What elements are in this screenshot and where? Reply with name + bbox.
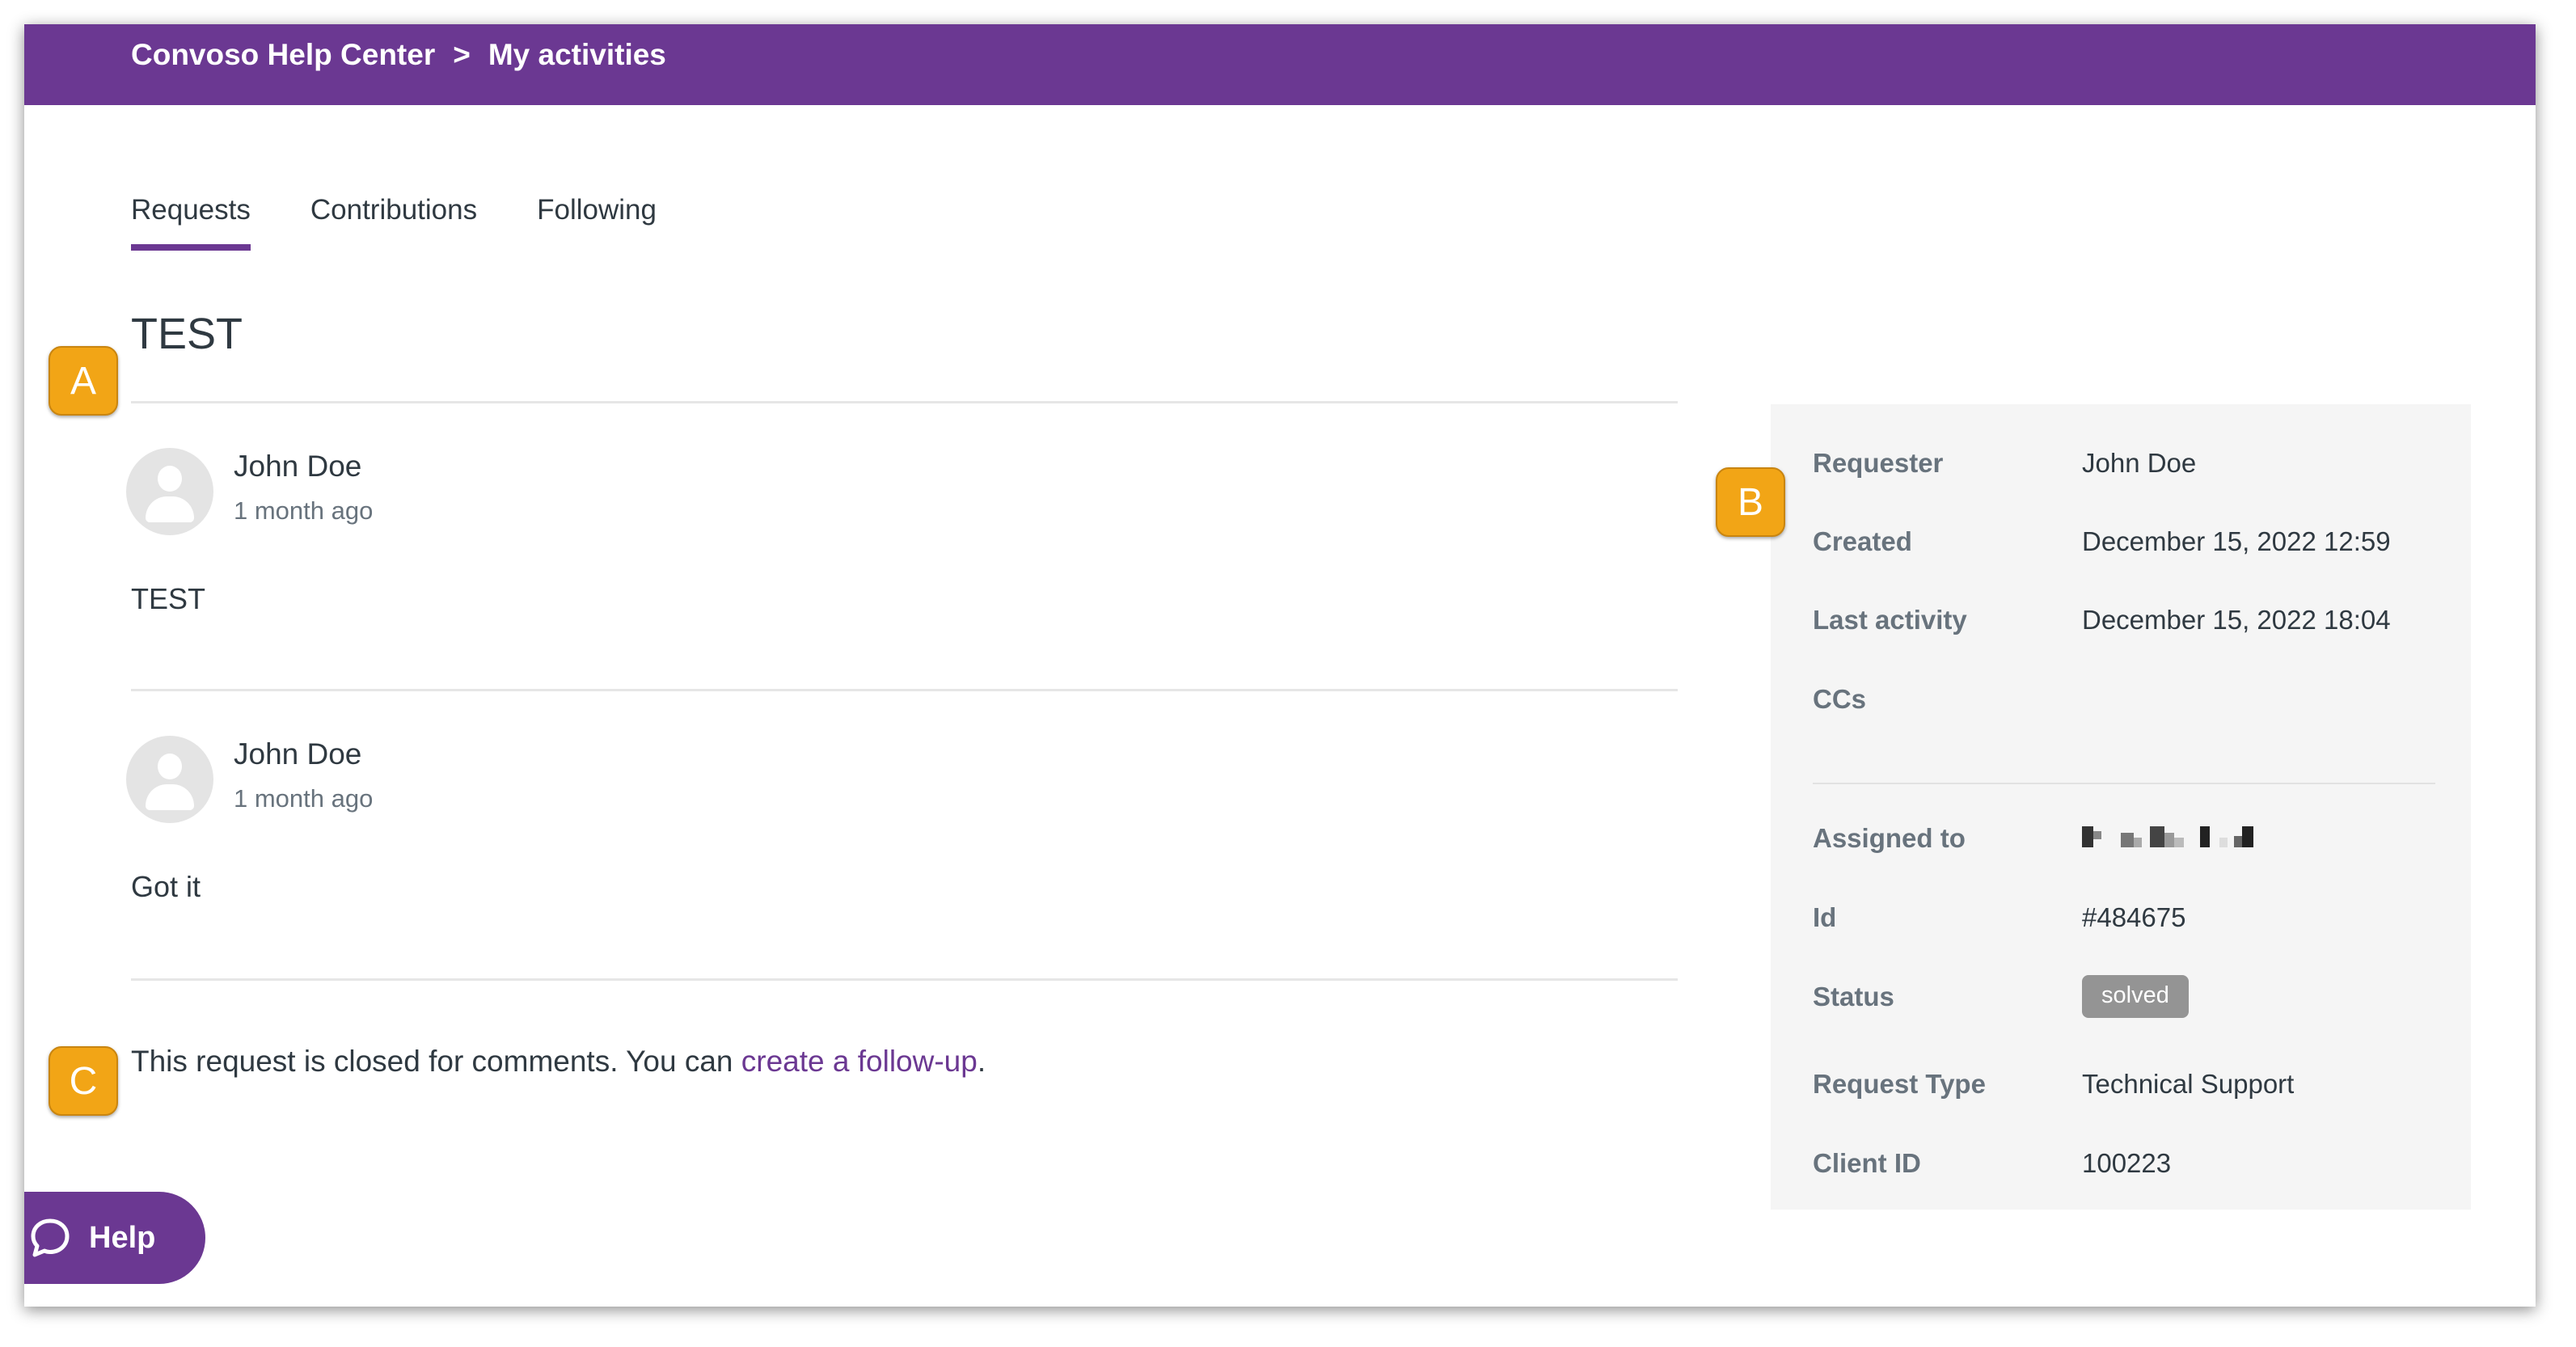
comment-author: John Doe [234,737,362,771]
detail-label: Assigned to [1813,823,1966,853]
user-avatar-icon [126,448,213,535]
detail-label: Last activity [1813,605,1967,635]
detail-value: 100223 [2082,1148,2172,1178]
callout-badge: B [1716,467,1785,537]
detail-value: #484675 [2082,902,2186,932]
comment-body: TEST [131,582,206,615]
detail-value: December 15, 2022 18:04 [2082,605,2391,635]
request-title: TEST [131,310,243,358]
detail-value: December 15, 2022 12:59 [2082,526,2391,556]
closed-note-text: This request is closed for comments. You… [131,1045,741,1078]
user-avatar-icon [126,736,213,823]
comment-time: 1 month ago [234,496,374,525]
top-header: Convoso Help Center > My activities [24,24,2536,105]
breadcrumb-current-link[interactable]: My activities [488,38,666,72]
status-badge: solved [2082,975,2189,1018]
callout-badge: A [49,346,118,416]
detail-label: Status [1813,982,1894,1011]
detail-label: Requester [1813,448,1944,478]
detail-label: Id [1813,902,1837,932]
tab-requests[interactable]: Requests [131,194,251,251]
help-button-label: Help [89,1220,156,1255]
divider [131,689,1678,691]
status-value: solved [2082,975,2189,1018]
comment-author: John Doe [234,450,362,483]
divider [131,401,1678,403]
divider [131,978,1678,981]
comment-time: 1 month ago [234,784,374,813]
detail-status: Status solved [1813,975,2443,1030]
detail-value: John Doe [2082,448,2197,478]
breadcrumb-home-link[interactable]: Convoso Help Center [131,38,435,72]
help-button[interactable]: Help [24,1192,205,1284]
detail-label: Client ID [1813,1148,1921,1178]
detail-value: Technical Support [2082,1069,2295,1099]
breadcrumb-separator: > [453,38,471,71]
chat-bubble-icon [31,1218,70,1257]
detail-label: CCs [1813,684,1867,714]
redacted-name [2082,826,2260,847]
comment-item: John Doe 1 month ago TEST [126,448,1662,642]
comment-body: Got it [131,870,201,903]
detail-label: Created [1813,526,1912,556]
callout-badge: C [49,1046,118,1116]
create-follow-up-link[interactable]: create a follow-up [741,1045,978,1078]
activity-tabs: Requests Contributions Following [131,194,657,251]
request-details-panel: Requester John Doe Created December 15, … [1771,404,2471,1210]
closed-note-suffix: . [977,1045,986,1078]
tab-following[interactable]: Following [537,194,657,247]
comment-item: John Doe 1 month ago Got it [126,736,1662,930]
closed-request-note: This request is closed for comments. You… [131,1045,986,1079]
breadcrumb: Convoso Help Center > My activities [131,24,666,86]
detail-divider [1813,783,2435,784]
help-center-window: Convoso Help Center > My activities Requ… [24,24,2536,1307]
tab-contributions[interactable]: Contributions [310,194,477,247]
detail-label: Request Type [1813,1069,1986,1099]
